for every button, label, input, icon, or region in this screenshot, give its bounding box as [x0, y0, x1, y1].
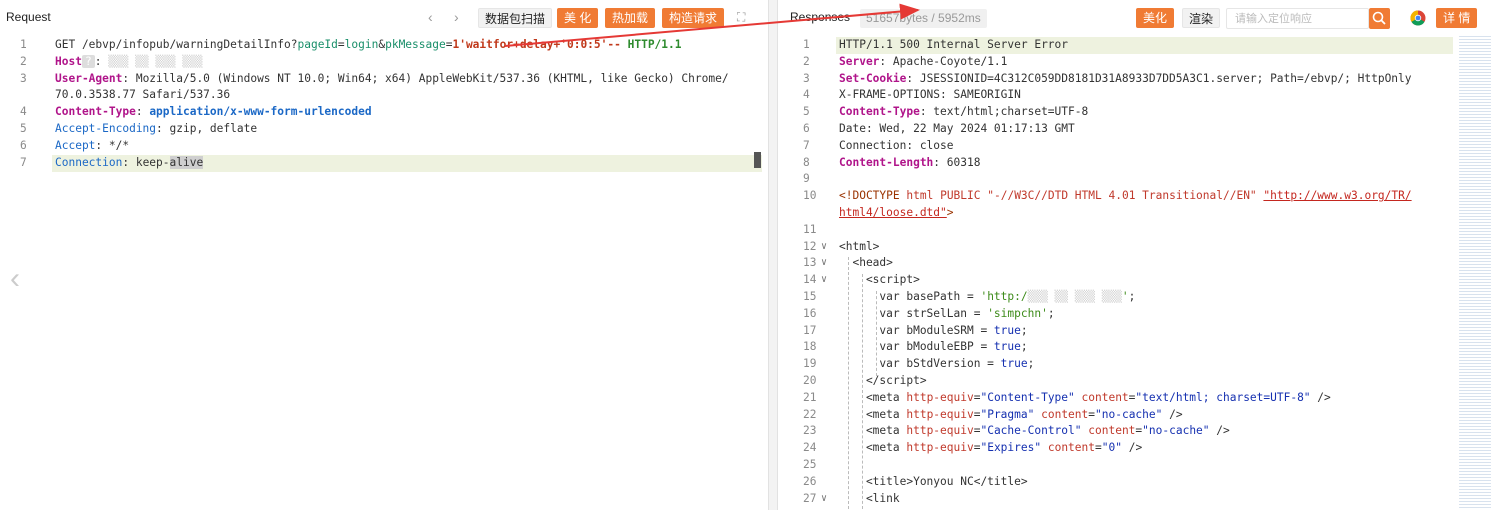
line-number: 20 [803, 374, 817, 387]
code-line: 70.0.3538.77 Safari/537.36 [55, 88, 231, 102]
indent-guide [848, 257, 849, 510]
code-line: var bModuleEBP = true; [839, 340, 1028, 354]
line-number: 1 [803, 38, 810, 51]
code-line: var strSelLan = 'simpchn'; [839, 306, 1055, 320]
line-number: 5 [20, 122, 27, 135]
indent-guide [876, 291, 877, 376]
pane-splitter[interactable] [768, 0, 778, 510]
code-line: <title>Yonyou NC</title> [839, 474, 1028, 488]
fold-chevron-icon[interactable]: ∨ [821, 257, 827, 268]
code-line: Content-Type: application/x-www-form-url… [55, 105, 372, 119]
line-number: 16 [803, 306, 817, 320]
render-button[interactable]: 渲染 [1182, 8, 1221, 28]
code-line: <meta http-equiv="Expires" content="0" /… [839, 441, 1143, 455]
request-header: Request ‹ › 数据包扫描 美 化 热加载 构造请求 ⛶ [0, 0, 768, 36]
line-number: 19 [803, 357, 817, 371]
line-number: 27 [803, 491, 817, 505]
chevron-left-icon[interactable]: ‹ [428, 9, 433, 25]
indent-guide [862, 274, 863, 510]
packet-scan-button[interactable]: 数据包扫描 [478, 8, 553, 28]
collapse-arrow-icon[interactable]: ‹ [10, 262, 20, 296]
chevron-right-icon[interactable]: › [454, 9, 459, 25]
line-number: 6 [803, 122, 810, 135]
code-line: Server: Apache-Coyote/1.1 [839, 54, 1008, 68]
locate-search-input[interactable] [1226, 8, 1369, 29]
beautify-button[interactable]: 美化 [1136, 8, 1175, 28]
response-pane: Responses 51657bytes / 5952ms 美化 渲染 详 情 … [778, 0, 1491, 510]
code-line: </script> [839, 374, 927, 387]
line-number: 3 [20, 71, 27, 85]
code-line: var bModuleSRM = true; [839, 323, 1028, 337]
line-number: 12 [803, 239, 817, 253]
line-number: 22 [803, 407, 817, 421]
line-number: 13 [803, 256, 817, 270]
line-number: 26 [803, 474, 817, 488]
fold-chevron-icon[interactable]: ∨ [821, 241, 827, 252]
code-line: Connection: close [839, 138, 954, 152]
line-number: 9 [803, 172, 810, 186]
expand-icon[interactable]: ⛶ [737, 10, 745, 25]
code-line: User-Agent: Mozilla/5.0 (Windows NT 10.0… [55, 71, 729, 85]
line-number: 11 [803, 222, 817, 236]
code-line: Set-Cookie: JSESSIONID=4C312C059DD8181D3… [839, 71, 1412, 85]
chrome-icon[interactable] [1410, 10, 1426, 26]
line-number: 7 [803, 138, 810, 152]
code-line: GET /ebvp/infopub/warningDetailInfo?page… [55, 38, 682, 51]
line-number: 4 [20, 105, 27, 119]
fold-chevron-icon[interactable]: ∨ [821, 493, 827, 504]
code-line: <meta http-equiv="Pragma" content="no-ca… [839, 407, 1183, 421]
code-line: Content-Length: 60318 [839, 155, 981, 169]
line-number: 7 [20, 155, 27, 169]
line-number: 17 [803, 323, 817, 337]
line-number: 23 [803, 424, 817, 438]
hot-load-button[interactable]: 热加载 [605, 8, 656, 28]
line-number: 4 [803, 88, 810, 102]
line-number: 2 [803, 54, 810, 68]
line-number: 1 [20, 38, 27, 51]
code-line: <meta http-equiv="Cache-Control" content… [839, 424, 1230, 438]
code-minimap[interactable] [1459, 36, 1491, 510]
code-line: <!DOCTYPE html PUBLIC "-//W3C//DTD HTML … [839, 189, 1412, 203]
beautify-button[interactable]: 美 化 [557, 8, 599, 28]
line-number: 5 [803, 105, 810, 119]
code-line: Host?: ▒▒▒ ▒▒ ▒▒▒ ▒▒▒ [55, 54, 203, 68]
code-line: Date: Wed, 22 May 2024 01:17:13 GMT [839, 122, 1075, 135]
fold-chevron-icon[interactable]: ∨ [821, 274, 827, 285]
code-line: var basePath = 'http:/▒▒▒ ▒▒ ▒▒▒ ▒▒▒'; [839, 290, 1136, 303]
code-line: Accept-Encoding: gzip, deflate [55, 122, 258, 135]
line-number: 8 [803, 155, 810, 169]
code-line: <script> [839, 273, 920, 287]
response-stats: 51657bytes / 5952ms [860, 9, 987, 28]
request-title: Request [6, 10, 51, 24]
response-header: Responses 51657bytes / 5952ms 美化 渲染 详 情 [778, 0, 1491, 36]
code-line: <html> [839, 239, 880, 253]
line-number: 14 [803, 273, 817, 287]
line-number: 24 [803, 441, 817, 455]
line-number: 10 [803, 189, 817, 203]
line-number: 6 [20, 138, 27, 152]
request-pane: Request ‹ › 数据包扫描 美 化 热加载 构造请求 ⛶ 1 GET /e… [0, 0, 768, 510]
line-number: 15 [803, 290, 817, 303]
scroll-marker [754, 152, 761, 168]
line-number: 21 [803, 390, 817, 404]
code-line: Content-Type: text/html;charset=UTF-8 [839, 105, 1089, 119]
code-line: HTTP/1.1 500 Internal Server Error [839, 38, 1069, 51]
line-number: 25 [803, 458, 817, 471]
details-button[interactable]: 详 情 [1436, 8, 1478, 28]
search-icon[interactable] [1369, 8, 1390, 29]
code-line: var bStdVersion = true; [839, 357, 1035, 371]
code-line: Accept: */* [55, 138, 130, 152]
code-line: Connection: keep-alive [55, 155, 204, 169]
line-number: 18 [803, 340, 817, 354]
line-number: 2 [20, 54, 27, 68]
build-request-button[interactable]: 构造请求 [662, 8, 725, 28]
code-line: html4/loose.dtd"> [839, 206, 954, 219]
response-title: Responses [790, 10, 851, 24]
line-number: 3 [803, 71, 810, 85]
code-line: <meta http-equiv="Content-Type" content=… [839, 390, 1331, 404]
code-line: X-FRAME-OPTIONS: SAMEORIGIN [839, 88, 1021, 102]
